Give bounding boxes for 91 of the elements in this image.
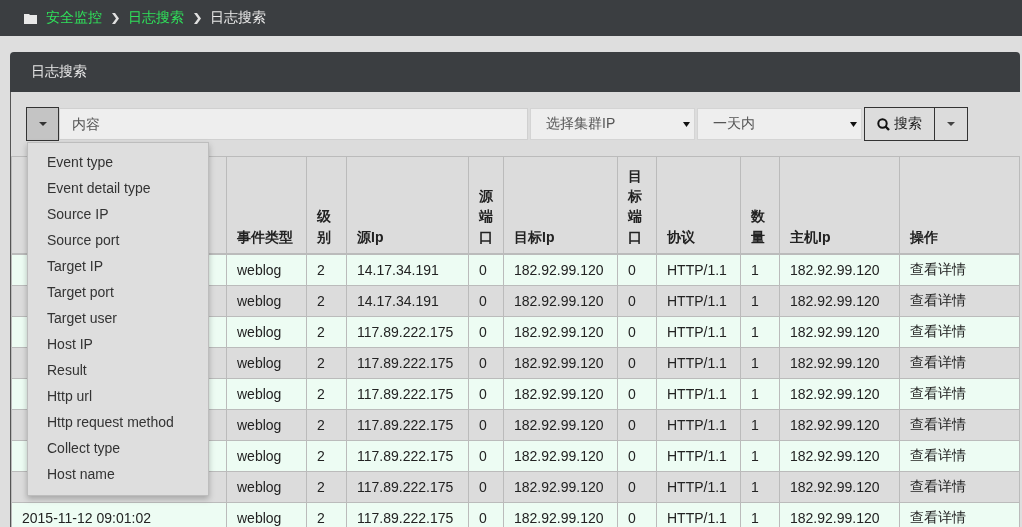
- table-cell: 182.92.99.120: [779, 254, 900, 286]
- column-header: 源Ip: [346, 156, 469, 254]
- menu-item[interactable]: Host name: [28, 461, 208, 487]
- table-cell: weblog: [226, 409, 307, 441]
- folder-icon: [24, 12, 37, 24]
- column-header: 主机Ip: [779, 156, 900, 254]
- table-cell: 182.92.99.120: [779, 316, 900, 348]
- table-cell: 182.92.99.120: [779, 409, 900, 441]
- menu-item[interactable]: Event detail type: [28, 175, 208, 201]
- table-cell: weblog: [226, 285, 307, 317]
- search-button[interactable]: 搜索: [864, 107, 935, 141]
- table-cell: 182.92.99.120: [503, 254, 618, 286]
- table-cell: 117.89.222.175: [346, 471, 469, 503]
- breadcrumb-link[interactable]: 日志搜索: [128, 9, 184, 27]
- content-field[interactable]: 内容: [59, 108, 528, 140]
- menu-item[interactable]: Source port: [28, 227, 208, 253]
- table-cell: 14.17.34.191: [346, 254, 469, 286]
- table-cell: HTTP/1.1: [656, 347, 741, 379]
- menu-item[interactable]: Result: [28, 357, 208, 383]
- chevron-icon: [111, 12, 119, 24]
- table-cell: 117.89.222.175: [346, 502, 469, 527]
- dropdown-button[interactable]: [935, 107, 968, 141]
- breadcrumb-link[interactable]: 安全监控: [46, 9, 102, 27]
- caret-icon: [683, 121, 690, 127]
- table-cell: 182.92.99.120: [503, 440, 618, 472]
- caret-icon: [38, 122, 47, 126]
- table-cell: 182.92.99.120: [503, 502, 618, 527]
- menu-item[interactable]: Target port: [28, 279, 208, 305]
- table-cell: weblog: [226, 440, 307, 472]
- table-cell: weblog: [226, 316, 307, 348]
- column-header: 目标Ip: [503, 156, 618, 254]
- menu-item[interactable]: Event type: [28, 149, 208, 175]
- column-header: 事件类型: [226, 156, 307, 254]
- table-cell: 182.92.99.120: [503, 316, 618, 348]
- field-menu-button[interactable]: [26, 107, 59, 141]
- table-cell: HTTP/1.1: [656, 502, 741, 527]
- table-cell: 117.89.222.175: [346, 347, 469, 379]
- table-cell: 117.89.222.175: [346, 316, 469, 348]
- table-cell: 182.92.99.120: [503, 285, 618, 317]
- menu-item[interactable]: Target user: [28, 305, 208, 331]
- column-header: 源端口: [468, 156, 504, 254]
- table-cell: 182.92.99.120: [779, 378, 900, 410]
- table-cell: 2015-11-12 09:01:02: [11, 502, 227, 527]
- table-cell: 182.92.99.120: [779, 502, 900, 527]
- detail-link[interactable]: 查看详情: [899, 254, 1020, 286]
- table-cell: HTTP/1.1: [656, 440, 741, 472]
- column-header: 操作: [899, 156, 1020, 254]
- cluster-select[interactable]: 选择集群IP: [530, 108, 695, 140]
- time-select[interactable]: 一天内: [697, 108, 862, 140]
- chevron-icon: [193, 12, 201, 24]
- panel-title: 日志搜索: [31, 63, 87, 81]
- caret-icon: [947, 122, 955, 126]
- detail-link[interactable]: 查看详情: [899, 440, 1020, 472]
- table-cell: weblog: [226, 347, 307, 379]
- table-cell: 182.92.99.120: [503, 409, 618, 441]
- table-cell: 117.89.222.175: [346, 409, 469, 441]
- detail-link[interactable]: 查看详情: [899, 316, 1020, 348]
- table-cell: 182.92.99.120: [779, 440, 900, 472]
- column-header: 级别: [306, 156, 347, 254]
- table-cell: 182.92.99.120: [779, 471, 900, 503]
- table-cell: 182.92.99.120: [779, 285, 900, 317]
- table-cell: 14.17.34.191: [346, 285, 469, 317]
- menu-item[interactable]: Host IP: [28, 331, 208, 357]
- table-cell: weblog: [226, 254, 307, 286]
- caret-icon: [850, 121, 857, 127]
- table-cell: weblog: [226, 378, 307, 410]
- table-cell: HTTP/1.1: [656, 316, 741, 348]
- table-cell: 182.92.99.120: [779, 347, 900, 379]
- column-header: 协议: [656, 156, 741, 254]
- detail-link[interactable]: 查看详情: [899, 471, 1020, 503]
- search-icon: [877, 117, 890, 131]
- column-header: 数量: [740, 156, 780, 254]
- table-cell: HTTP/1.1: [656, 409, 741, 441]
- detail-link[interactable]: 查看详情: [899, 378, 1020, 410]
- table-cell: HTTP/1.1: [656, 471, 741, 503]
- table-cell: HTTP/1.1: [656, 254, 741, 286]
- menu-item[interactable]: Collect type: [28, 435, 208, 461]
- table-cell: weblog: [226, 471, 307, 503]
- table-cell: HTTP/1.1: [656, 285, 741, 317]
- detail-link[interactable]: 查看详情: [899, 347, 1020, 379]
- table-cell: 182.92.99.120: [503, 378, 618, 410]
- table-cell: 117.89.222.175: [346, 378, 469, 410]
- detail-link[interactable]: 查看详情: [899, 409, 1020, 441]
- table-cell: 182.92.99.120: [503, 471, 618, 503]
- detail-link[interactable]: 查看详情: [899, 285, 1020, 317]
- table-cell: 117.89.222.175: [346, 440, 469, 472]
- column-header: 目标端口: [617, 156, 657, 254]
- table-cell: 182.92.99.120: [503, 347, 618, 379]
- menu-item[interactable]: Source IP: [28, 201, 208, 227]
- detail-link[interactable]: 查看详情: [899, 502, 1020, 527]
- table-cell: HTTP/1.1: [656, 378, 741, 410]
